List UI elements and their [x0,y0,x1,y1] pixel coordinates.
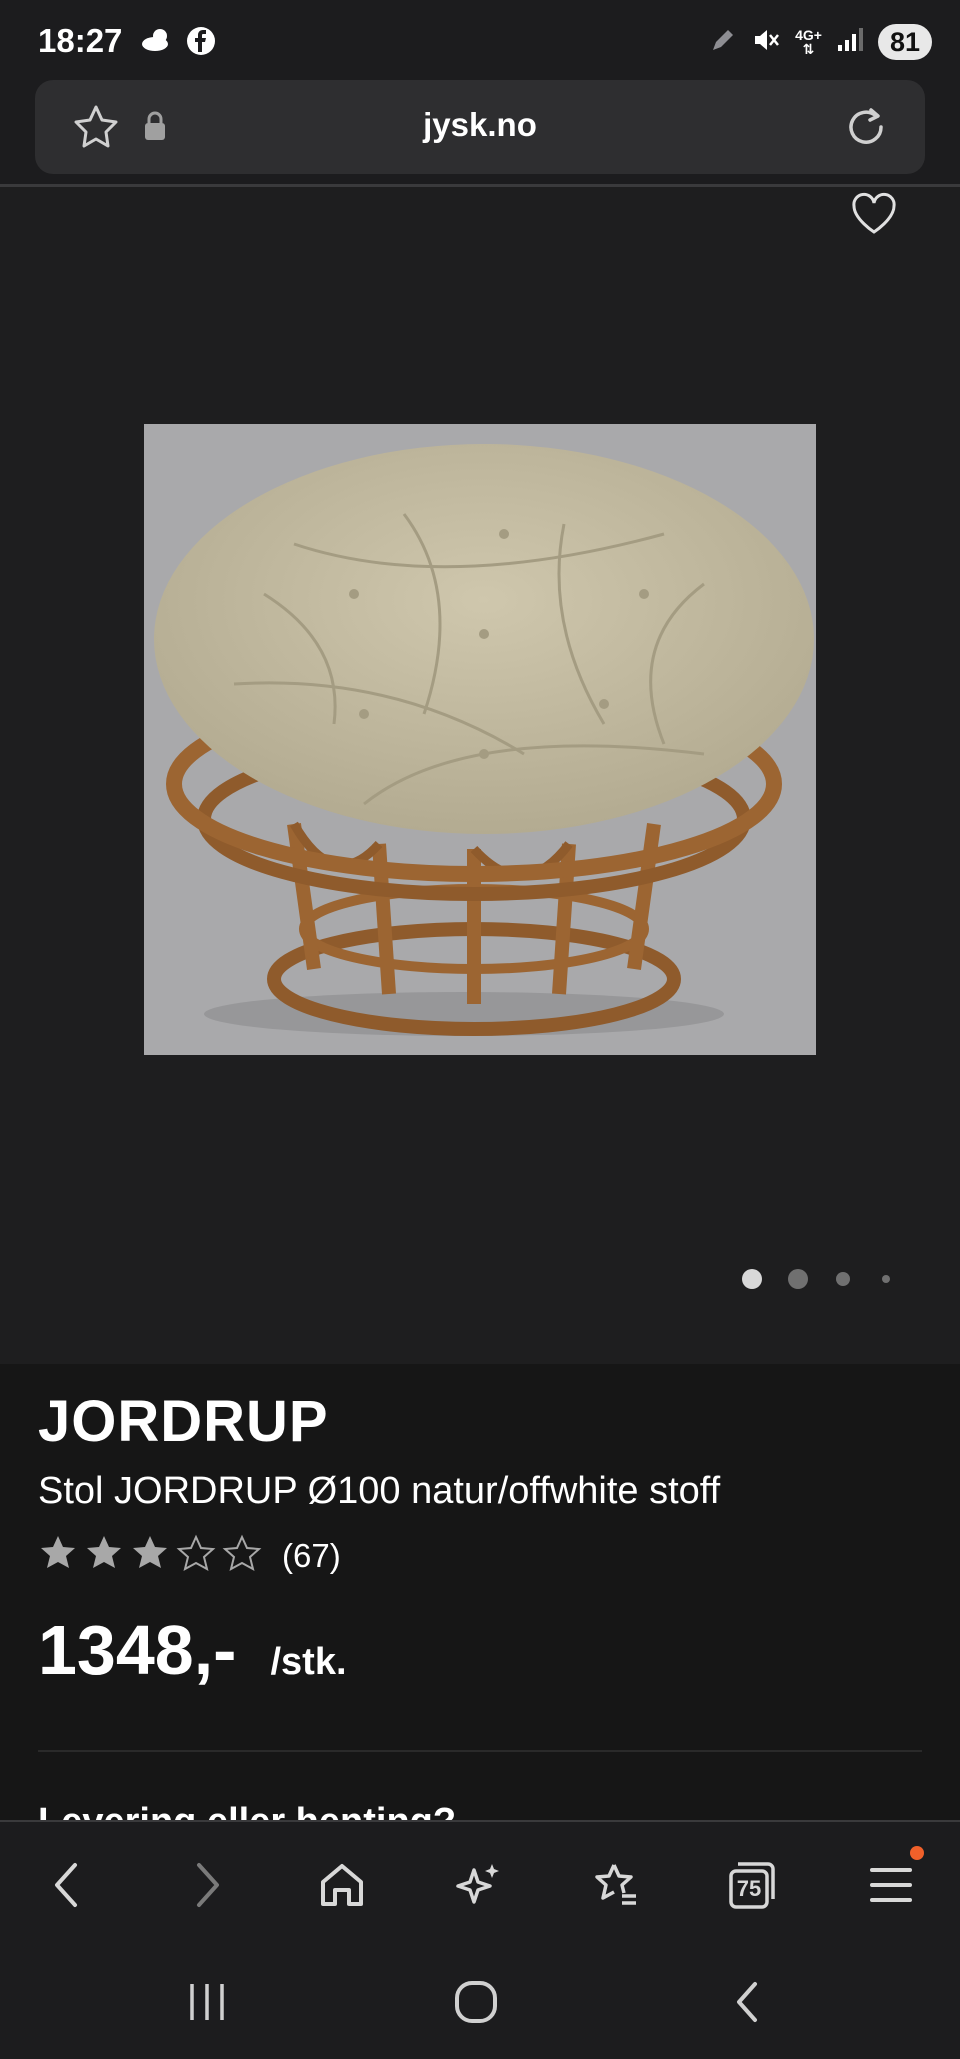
recent-apps-icon[interactable] [172,1972,242,2032]
gallery-dot-1[interactable] [742,1269,762,1289]
status-system-icons: 4G+ ⇅ 81 [709,24,932,60]
facebook-icon [186,26,216,61]
star-empty-icon [222,1534,262,1577]
bookmarks-icon[interactable] [580,1850,650,1920]
star-empty-icon [176,1534,216,1577]
ai-sparkle-icon[interactable] [444,1850,514,1920]
system-nav-bar [0,1950,960,2059]
star-filled-icon [84,1534,124,1577]
reload-icon[interactable] [841,102,891,157]
gallery-dot-3[interactable] [836,1272,850,1286]
tabs-icon[interactable]: 75 [717,1850,787,1920]
back-icon[interactable] [32,1850,102,1920]
favorite-heart-icon[interactable] [850,192,898,241]
menu-notification-dot [910,1846,924,1860]
network-4g-icon: 4G+ ⇅ [795,27,822,57]
gallery-pagination[interactable] [742,1269,890,1289]
product-brand: JORDRUP [38,1389,329,1454]
status-bar: 18:27 4G+ ⇅ 81 [0,0,960,80]
url-text[interactable]: jysk.no [35,106,925,144]
mute-icon [751,25,781,60]
gallery-dot-4[interactable] [882,1275,890,1283]
star-filled-icon [130,1534,170,1577]
browser-toolbar: 75 [0,1820,960,1950]
product-image[interactable] [144,424,816,1055]
tabs-count: 75 [736,1876,762,1901]
address-bar[interactable]: jysk.no [35,80,925,174]
home-button-icon[interactable] [441,1972,511,2032]
forward-icon[interactable] [172,1850,242,1920]
section-divider [38,1750,922,1752]
weather-icon [140,26,174,61]
gallery-dot-2[interactable] [788,1269,808,1289]
price-unit: /stk. [270,1641,347,1683]
product-info: JORDRUP Stol JORDRUP Ø100 natur/offwhite… [0,1364,960,1824]
address-bar-container: jysk.no [0,80,960,186]
rating-count[interactable]: (67) [282,1537,341,1575]
battery-indicator: 81 [877,24,932,60]
price-value: 1348,- [38,1611,237,1689]
pen-icon [709,26,737,59]
product-price: 1348,- /stk. [38,1610,347,1690]
status-notification-icons [140,26,216,61]
product-rating[interactable]: (67) [38,1534,341,1577]
system-back-icon[interactable] [712,1972,782,2032]
home-icon[interactable] [307,1850,377,1920]
product-subtitle: Stol JORDRUP Ø100 natur/offwhite stoff [38,1470,721,1512]
star-filled-icon [38,1534,78,1577]
product-gallery[interactable] [0,187,960,1364]
status-time: 18:27 [38,22,123,59]
menu-icon[interactable] [856,1846,926,1920]
signal-icon [836,27,864,58]
network-label: 4G+ [795,27,822,43]
